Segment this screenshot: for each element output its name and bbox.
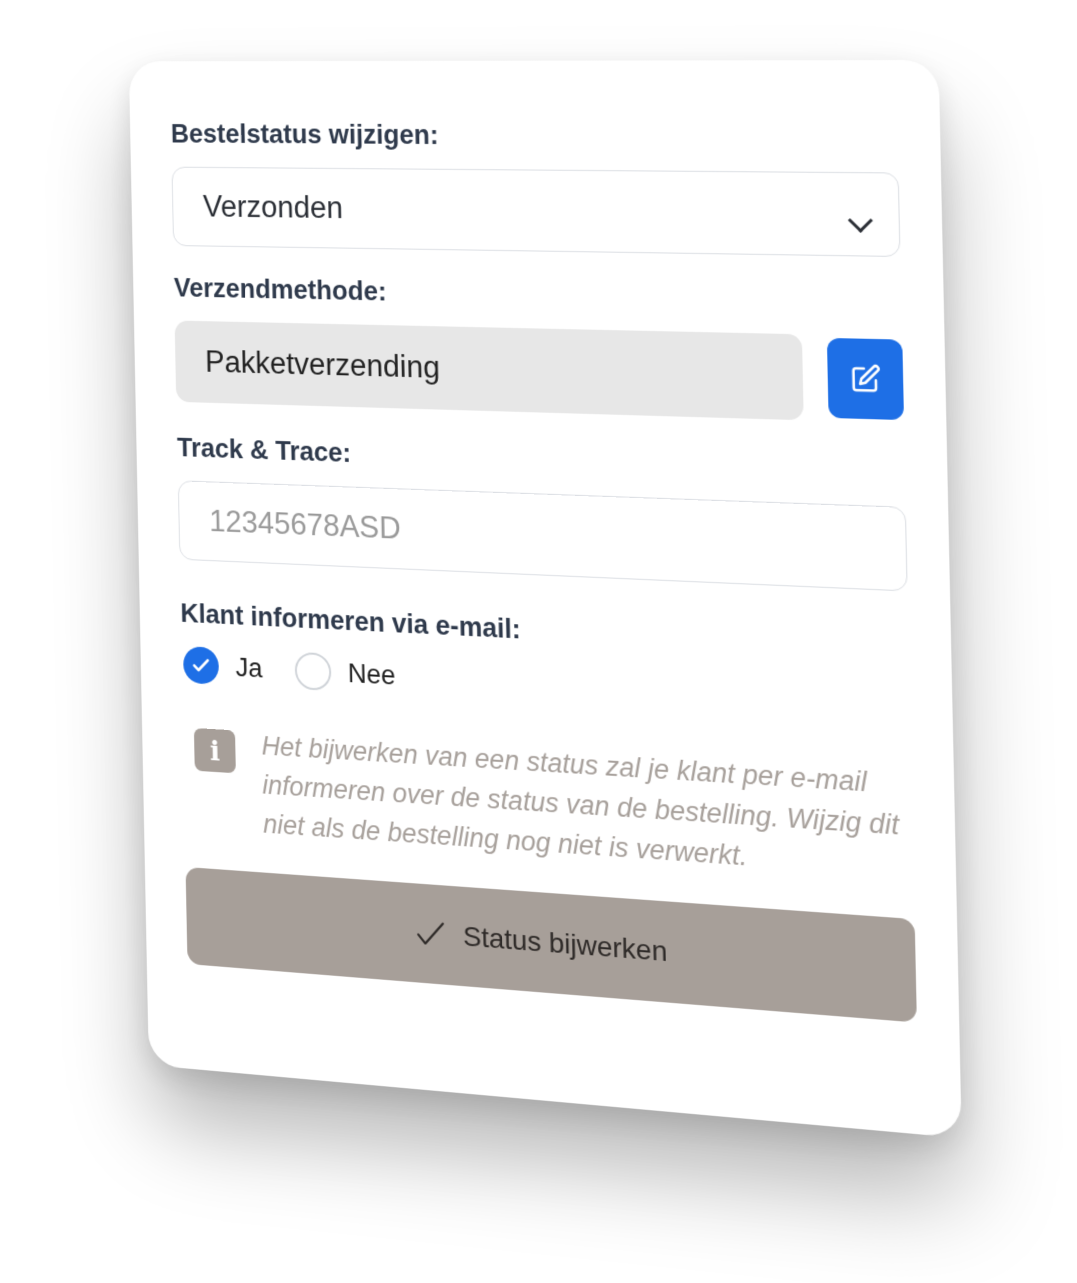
shipping-label: Verzendmethode: [173, 273, 387, 307]
shipping-method-value: Pakketverzending [204, 344, 441, 385]
tracking-input[interactable]: 12345678ASD [177, 480, 908, 592]
info-note: i Het bijwerken van een status zal je kl… [193, 722, 914, 888]
order-status-card: Bestelstatus wijzigen: Verzonden Verzend… [128, 59, 962, 1139]
status-label: Bestelstatus wijzigen: [170, 119, 439, 150]
update-status-label: Status bijwerken [462, 920, 668, 968]
check-icon [191, 654, 212, 676]
status-select[interactable]: Verzonden [171, 166, 901, 258]
shipping-row: Pakketverzending [174, 320, 905, 424]
shipping-method-field: Pakketverzending [174, 320, 804, 421]
checkmark-icon [414, 916, 448, 952]
radio-no-label: Nee [347, 657, 396, 691]
radio-no[interactable] [294, 651, 332, 691]
edit-icon [849, 363, 881, 395]
edit-shipping-button[interactable] [826, 337, 905, 421]
update-status-button[interactable]: Status bijwerken [185, 866, 917, 1023]
radio-yes[interactable] [182, 646, 220, 685]
tracking-placeholder: 12345678ASD [208, 503, 402, 546]
info-icon: i [193, 727, 236, 774]
status-select-value: Verzonden [202, 189, 344, 225]
radio-yes-label: Ja [235, 652, 263, 683]
tracking-label: Track & Trace: [176, 432, 352, 468]
info-text: Het bijwerken van een status zal je klan… [261, 730, 900, 872]
chevron-down-icon [847, 208, 873, 233]
stage: Bestelstatus wijzigen: Verzonden Verzend… [0, 0, 1077, 1283]
